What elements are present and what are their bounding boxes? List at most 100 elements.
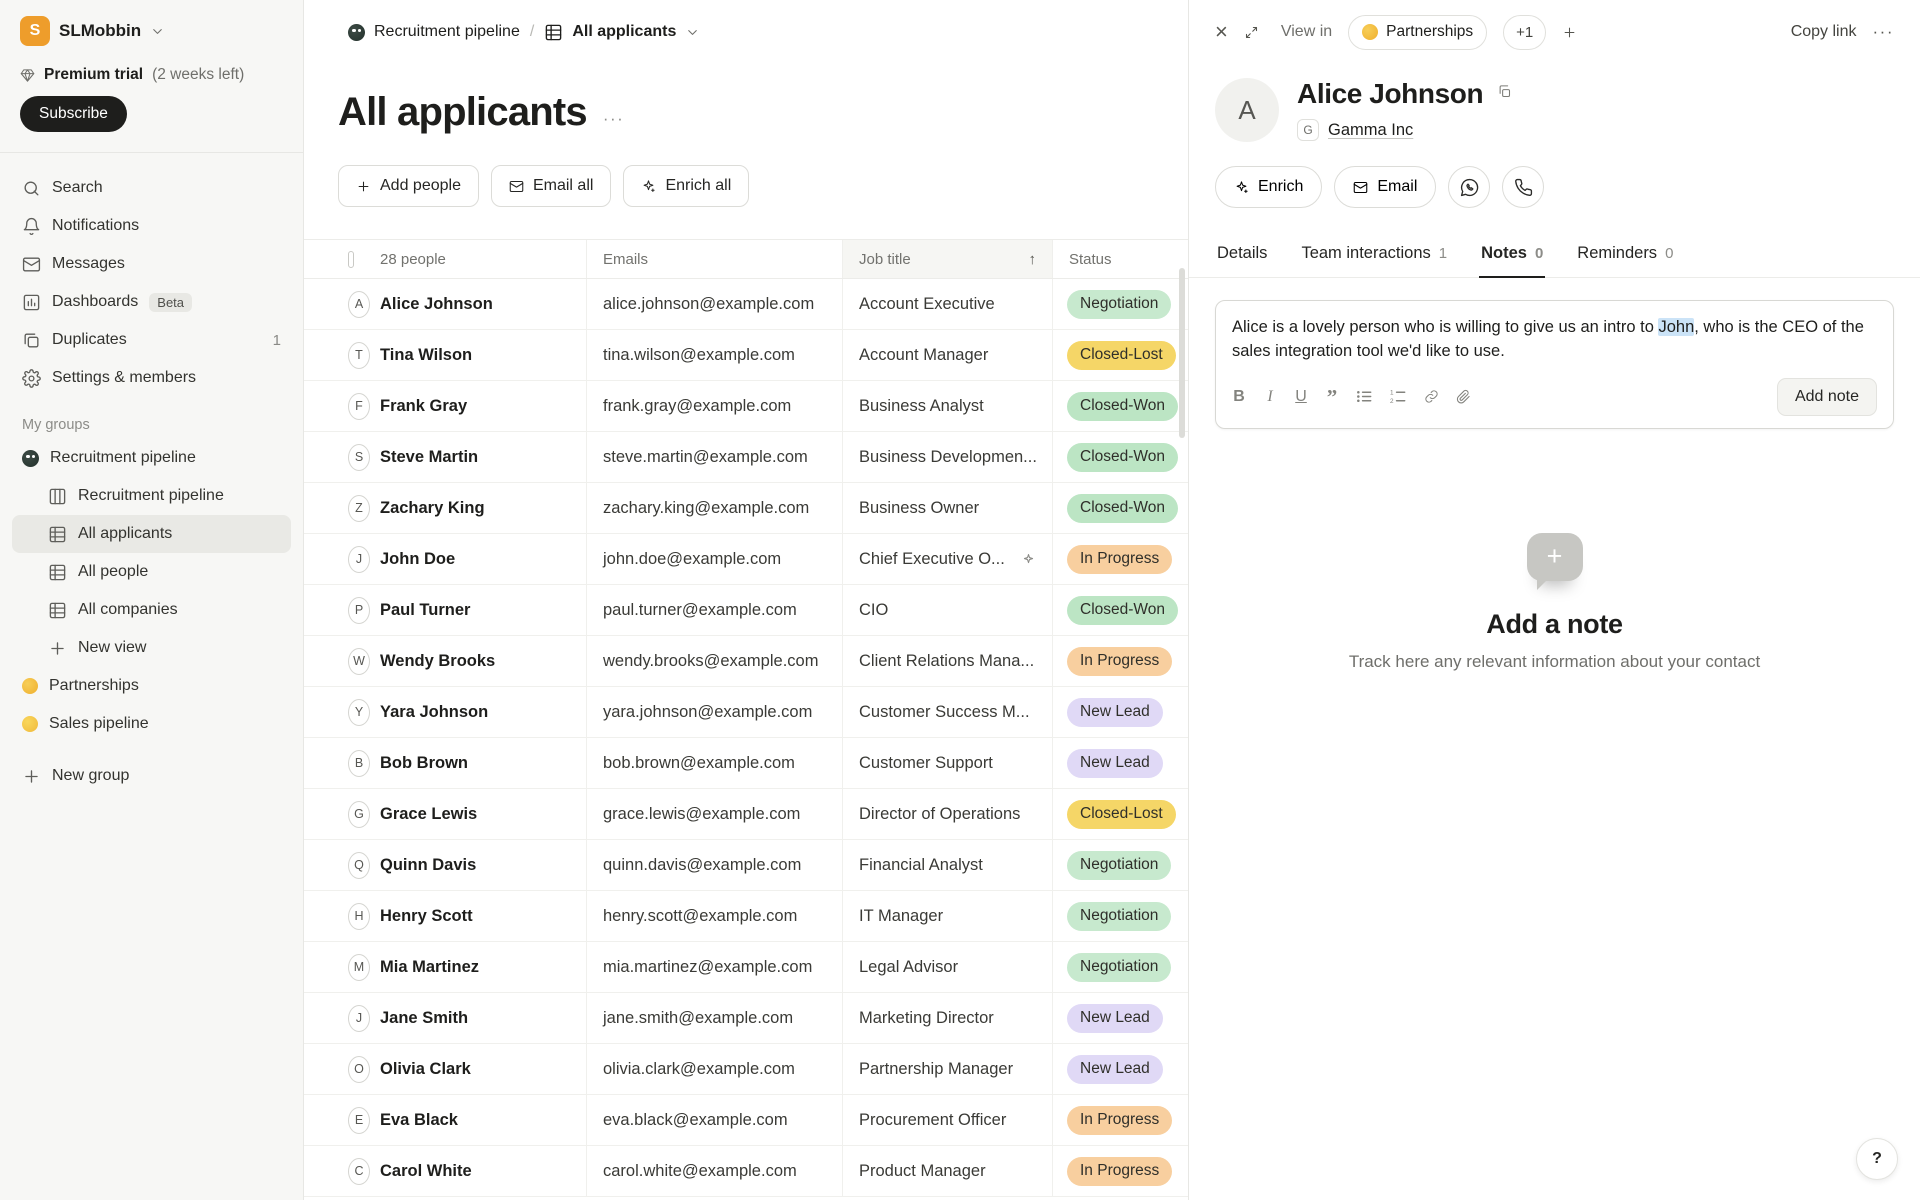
group-sales-pipeline[interactable]: Sales pipeline xyxy=(12,705,291,743)
view-all-applicants[interactable]: All applicants xyxy=(12,515,291,553)
email-cell[interactable]: olivia.clark@example.com xyxy=(586,1044,842,1094)
panel-overflow-icon[interactable]: ··· xyxy=(1873,22,1894,42)
status-badge[interactable]: In Progress xyxy=(1067,1106,1172,1135)
email-cell[interactable]: alice.johnson@example.com xyxy=(586,279,842,329)
status-cell[interactable]: Negotiation xyxy=(1052,279,1188,329)
job-cell[interactable]: Financial Analyst xyxy=(842,840,1052,890)
person-name[interactable]: Alice Johnson xyxy=(370,295,586,314)
tab-notes[interactable]: Notes 0 xyxy=(1479,232,1545,277)
table-row[interactable]: Q Quinn Davis quinn.davis@example.com Fi… xyxy=(304,840,1188,891)
add-people-button[interactable]: Add people xyxy=(338,165,479,207)
job-cell[interactable]: Client Relations Mana... xyxy=(842,636,1052,686)
title-overflow-menu[interactable]: ··· xyxy=(603,109,624,129)
table-row[interactable]: Y Yara Johnson yara.johnson@example.com … xyxy=(304,687,1188,738)
partnerships-pill[interactable]: Partnerships xyxy=(1348,15,1487,50)
email-cell[interactable]: carol.white@example.com xyxy=(586,1146,842,1196)
attachment-button[interactable] xyxy=(1456,389,1471,404)
status-badge[interactable]: Negotiation xyxy=(1067,851,1171,880)
note-text-input[interactable]: Alice is a lovely person who is willing … xyxy=(1232,316,1877,364)
italic-button[interactable]: I xyxy=(1263,388,1277,406)
person-name[interactable]: Tina Wilson xyxy=(370,346,586,365)
job-cell[interactable]: Customer Support xyxy=(842,738,1052,788)
status-badge[interactable]: Closed-Lost xyxy=(1067,341,1176,370)
table-row[interactable]: C Carol White carol.white@example.com Pr… xyxy=(304,1146,1188,1197)
status-badge[interactable]: Closed-Lost xyxy=(1067,800,1176,829)
breadcrumb-group[interactable]: Recruitment pipeline xyxy=(348,23,520,41)
email-cell[interactable]: grace.lewis@example.com xyxy=(586,789,842,839)
new-group-button[interactable]: New group xyxy=(12,757,291,795)
job-cell[interactable]: Partnership Manager xyxy=(842,1044,1052,1094)
more-lists-pill[interactable]: +1 xyxy=(1503,15,1546,50)
job-cell[interactable]: Marketing Director xyxy=(842,993,1052,1043)
person-name[interactable]: Steve Martin xyxy=(370,448,586,467)
person-name[interactable]: Zachary King xyxy=(370,499,586,518)
view-all-companies[interactable]: All companies xyxy=(12,591,291,629)
status-cell[interactable]: Closed-Lost xyxy=(1052,789,1190,839)
email-cell[interactable]: zachary.king@example.com xyxy=(586,483,842,533)
view-recruitment-pipeline[interactable]: Recruitment pipeline xyxy=(12,477,291,515)
sidebar-item-duplicates[interactable]: Duplicates 1 xyxy=(12,321,291,359)
job-cell[interactable]: Account Manager xyxy=(842,330,1052,380)
status-badge[interactable]: New Lead xyxy=(1067,698,1163,727)
tab-details[interactable]: Details xyxy=(1215,232,1269,277)
table-row[interactable]: Z Zachary King zachary.king@example.com … xyxy=(304,483,1188,534)
email-cell[interactable]: wendy.brooks@example.com xyxy=(586,636,842,686)
table-row[interactable]: O Olivia Clark olivia.clark@example.com … xyxy=(304,1044,1188,1095)
email-cell[interactable]: mia.martinez@example.com xyxy=(586,942,842,992)
status-cell[interactable]: In Progress xyxy=(1052,1146,1188,1196)
status-badge[interactable]: In Progress xyxy=(1067,647,1172,676)
bullet-list-button[interactable] xyxy=(1356,388,1373,405)
person-name[interactable]: Bob Brown xyxy=(370,754,586,773)
email-cell[interactable]: quinn.davis@example.com xyxy=(586,840,842,890)
status-badge[interactable]: Negotiation xyxy=(1067,953,1171,982)
status-cell[interactable]: New Lead xyxy=(1052,993,1188,1043)
status-cell[interactable]: Closed-Won xyxy=(1052,432,1192,482)
job-cell[interactable]: Account Executive xyxy=(842,279,1052,329)
subscribe-button[interactable]: Subscribe xyxy=(20,96,127,132)
email-cell[interactable]: jane.smith@example.com xyxy=(586,993,842,1043)
status-badge[interactable]: New Lead xyxy=(1067,1055,1163,1084)
email-all-button[interactable]: Email all xyxy=(491,165,611,207)
expand-icon[interactable] xyxy=(1244,25,1259,40)
job-cell[interactable]: Customer Success M... xyxy=(842,687,1052,737)
view-all-people[interactable]: All people xyxy=(12,553,291,591)
table-row[interactable]: J John Doe john.doe@example.com Chief Ex… xyxy=(304,534,1188,585)
select-all-checkbox[interactable] xyxy=(348,251,354,268)
email-cell[interactable]: paul.turner@example.com xyxy=(586,585,842,635)
job-cell[interactable]: Director of Operations xyxy=(842,789,1052,839)
table-row[interactable]: B Bob Brown bob.brown@example.com Custom… xyxy=(304,738,1188,789)
status-badge[interactable]: Closed-Won xyxy=(1067,443,1178,472)
scrollbar[interactable] xyxy=(1179,268,1185,438)
status-badge[interactable]: Closed-Won xyxy=(1067,494,1178,523)
workspace-switcher[interactable]: S SLMobbin xyxy=(0,0,303,56)
person-name[interactable]: Mia Martinez xyxy=(370,958,586,977)
status-cell[interactable]: Closed-Won xyxy=(1052,483,1192,533)
ai-sparkle-icon[interactable] xyxy=(1021,552,1036,567)
status-badge[interactable]: In Progress xyxy=(1067,1157,1172,1186)
status-cell[interactable]: Negotiation xyxy=(1052,840,1188,890)
people-count-header[interactable]: 28 people xyxy=(370,240,586,278)
tab-team-interactions[interactable]: Team interactions 1 xyxy=(1299,232,1449,277)
underline-button[interactable]: U xyxy=(1294,388,1308,406)
status-cell[interactable]: Negotiation xyxy=(1052,942,1188,992)
status-cell[interactable]: In Progress xyxy=(1052,1095,1188,1145)
table-row[interactable]: F Frank Gray frank.gray@example.com Busi… xyxy=(304,381,1188,432)
status-badge[interactable]: New Lead xyxy=(1067,749,1163,778)
person-name[interactable]: John Doe xyxy=(370,550,586,569)
table-row[interactable]: G Grace Lewis grace.lewis@example.com Di… xyxy=(304,789,1188,840)
job-cell[interactable]: CIO xyxy=(842,585,1052,635)
sidebar-item-dashboards[interactable]: Dashboards Beta xyxy=(12,283,291,321)
sidebar-item-notifications[interactable]: Notifications xyxy=(12,207,291,245)
quote-button[interactable]: ” xyxy=(1325,391,1339,403)
status-badge[interactable]: Negotiation xyxy=(1067,902,1171,931)
status-cell[interactable]: In Progress xyxy=(1052,534,1188,584)
job-cell[interactable]: Business Analyst xyxy=(842,381,1052,431)
job-cell[interactable]: Product Manager xyxy=(842,1146,1052,1196)
table-row[interactable]: M Mia Martinez mia.martinez@example.com … xyxy=(304,942,1188,993)
email-cell[interactable]: yara.johnson@example.com xyxy=(586,687,842,737)
person-name[interactable]: Carol White xyxy=(370,1162,586,1181)
person-name[interactable]: Olivia Clark xyxy=(370,1060,586,1079)
whatsapp-button[interactable] xyxy=(1448,166,1490,208)
sidebar-item-settings[interactable]: Settings & members xyxy=(12,359,291,397)
table-row[interactable]: W Wendy Brooks wendy.brooks@example.com … xyxy=(304,636,1188,687)
